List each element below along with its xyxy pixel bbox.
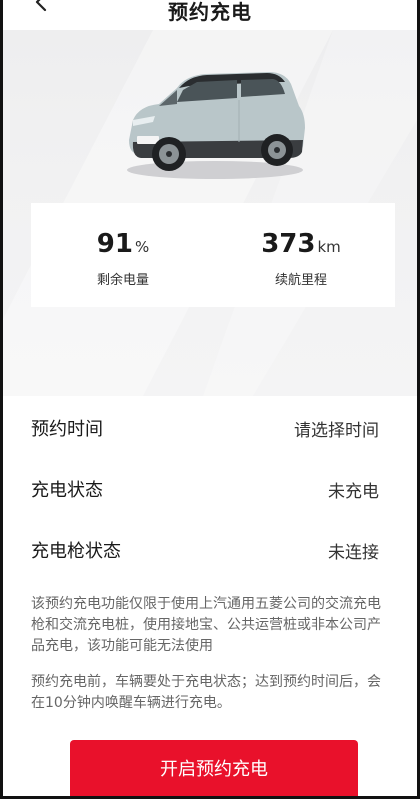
vehicle-hero: 91% 剩余电量 373 km 续航里程 bbox=[3, 30, 417, 396]
charger-gun-status-value: 未连接 bbox=[328, 542, 379, 563]
wakeup-note: 预约充电前，车辆要处于充电状态；达到预约时间后，会在10分钟内唤醒车辆进行充电。 bbox=[31, 674, 381, 711]
battery-value: 91 bbox=[96, 229, 133, 259]
charging-status-row: 充电状态 未充电 bbox=[31, 459, 379, 519]
range-value: 373 bbox=[261, 229, 316, 259]
nav-bar: 预约充电 bbox=[3, 0, 417, 30]
schedule-time-row[interactable]: 预约时间 请选择时间 bbox=[31, 398, 379, 458]
schedule-time-label: 预约时间 bbox=[31, 419, 103, 440]
schedule-time-value[interactable]: 请选择时间 bbox=[294, 416, 379, 441]
range-unit: km bbox=[317, 238, 341, 256]
car-image bbox=[127, 72, 305, 179]
charger-gun-status-label: 充电枪状态 bbox=[31, 541, 121, 562]
screen: 预约充电 91 % 剩余电量 373 km 续航里程 预约时间 请选择时间 充电… bbox=[0, 0, 420, 799]
enable-schedule-button[interactable]: 开启预约充电 bbox=[70, 740, 358, 796]
battery-unit: % bbox=[134, 238, 150, 256]
battery-stat: 91% 剩余电量 bbox=[43, 229, 203, 288]
charging-status-label: 充电状态 bbox=[31, 480, 103, 501]
range-label: 续航里程 bbox=[274, 273, 327, 288]
battery-stats-card: 91% 剩余电量 373 km 续航里程 bbox=[31, 203, 395, 307]
compatibility-note: 该预约充电功能仅限于使用上汽通用五菱公司的交流充电枪和交流充电桩，使用接地宝、公… bbox=[31, 596, 381, 654]
page-title: 预约充电 bbox=[168, 0, 252, 24]
charger-gun-status-row: 充电枪状态 未连接 bbox=[31, 520, 379, 580]
range-stat: 373 km 续航里程 bbox=[221, 229, 381, 288]
battery-label: 剩余电量 bbox=[96, 273, 149, 288]
charging-status-value: 未充电 bbox=[328, 481, 379, 502]
